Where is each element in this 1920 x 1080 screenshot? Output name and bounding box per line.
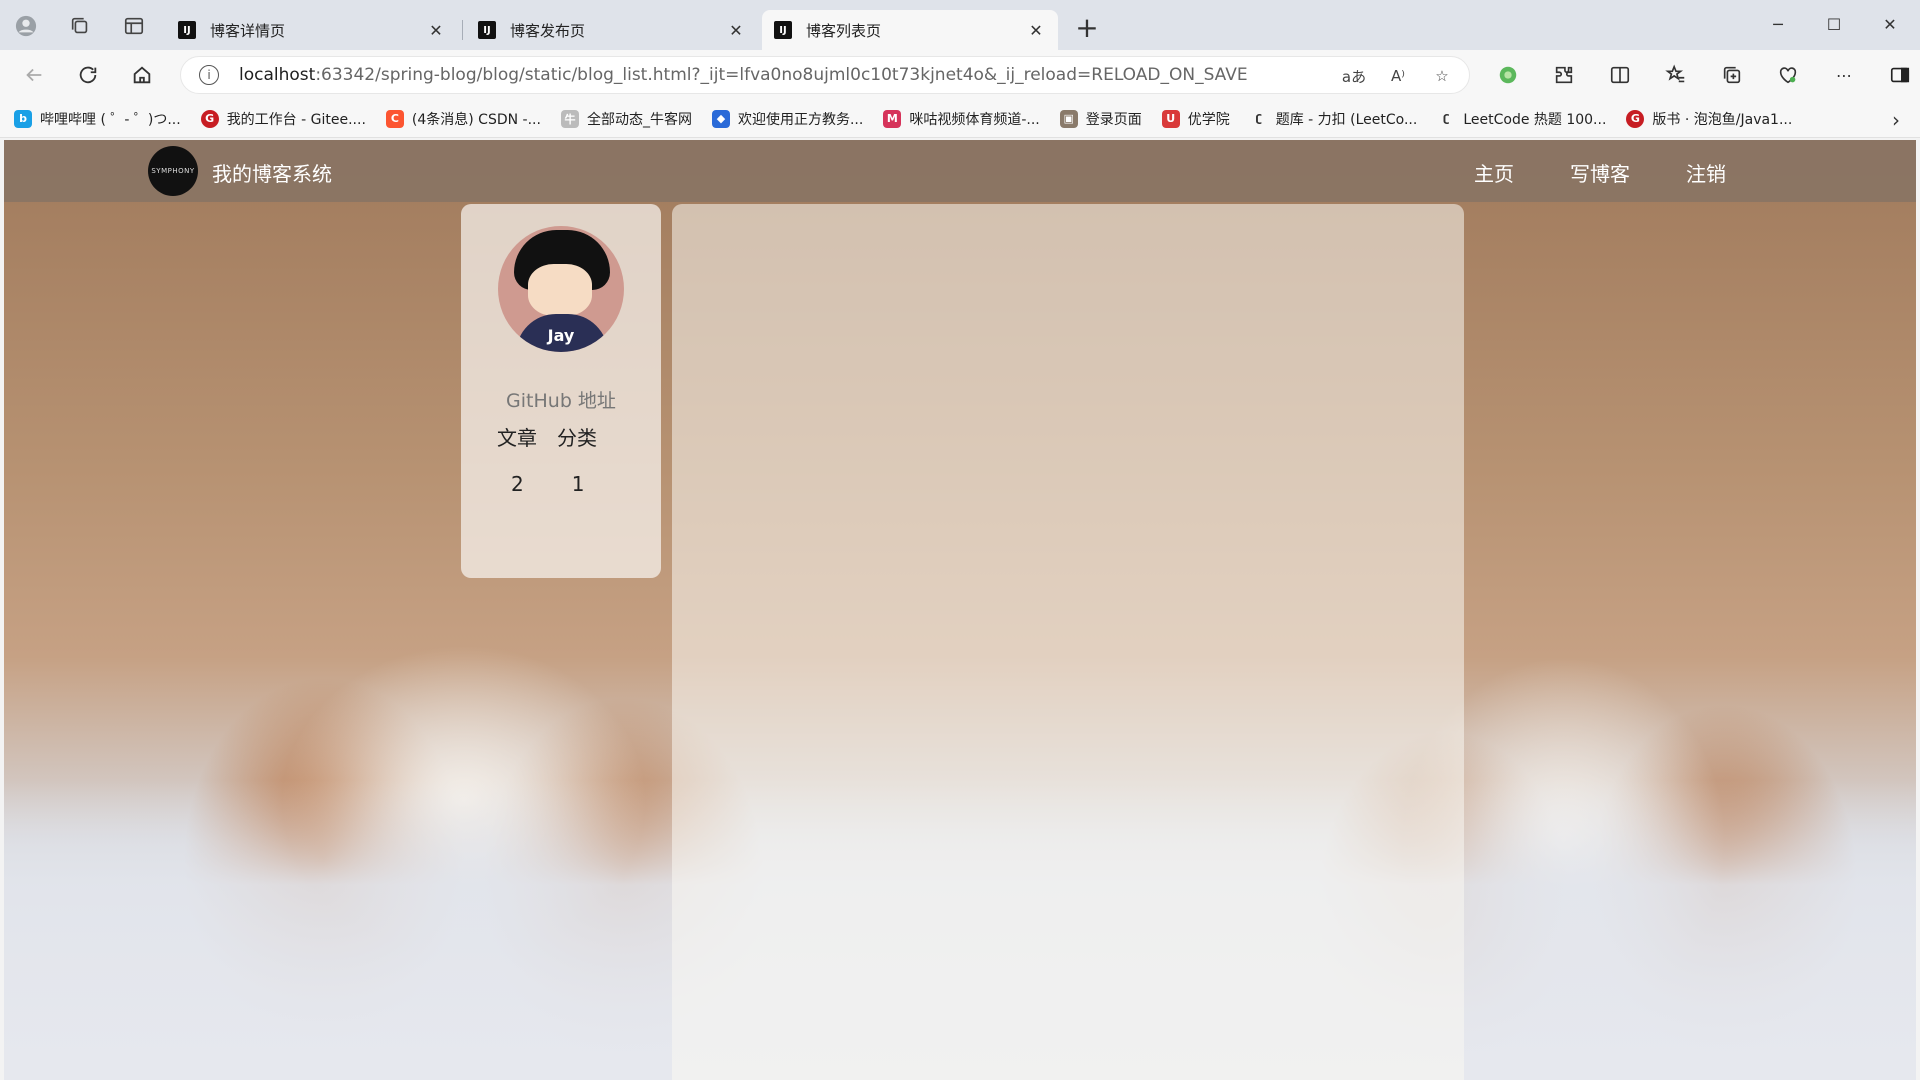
nav-link-write-blog[interactable]: 写博客 [1570, 158, 1630, 187]
sidebar-toggle-icon[interactable] [1882, 57, 1918, 93]
site-navbar: SYMPHONY 我的博客系统 主页 写博客 注销 [4, 140, 1916, 202]
collections-toolbar-icon[interactable] [1714, 57, 1750, 93]
gitee-icon: G [1626, 109, 1645, 128]
minimize-icon[interactable]: ─ [1750, 6, 1806, 42]
tab-title: 博客列表页 [806, 21, 882, 40]
bookmark-label: 欢迎使用正方教务... [737, 111, 864, 128]
tab-title: 博客发布页 [510, 21, 586, 40]
favorites-icon[interactable] [1658, 57, 1694, 93]
extensions-bar: ⋯ [1490, 57, 1918, 93]
avatar-text: Jay [547, 326, 575, 345]
browser-toolbar: i localhost:63342/spring-blog/blog/stati… [0, 50, 1920, 100]
stat-value-categories: 1 [571, 472, 585, 496]
reload-button[interactable] [70, 57, 106, 93]
url-path: :63342/spring-blog/blog/static/blog_list… [315, 65, 1248, 85]
chevron-right-icon[interactable]: › [1892, 108, 1900, 132]
stat-value-articles: 2 [511, 472, 524, 496]
close-window-icon[interactable]: ✕ [1862, 6, 1918, 42]
tab-title: 博客详情页 [210, 21, 286, 40]
bookmark-item[interactable]: b 哔哩哔哩 ( ゜- ゜)つ... [14, 109, 181, 129]
window-controls: ─ ☐ ✕ [1750, 6, 1918, 42]
tab-actions-icon[interactable] [116, 8, 152, 44]
nav-link-logout[interactable]: 注销 [1686, 158, 1726, 187]
extensions-icon[interactable] [1546, 57, 1582, 93]
bookmark-label: 登录页面 [1085, 111, 1142, 128]
back-button[interactable] [16, 57, 52, 93]
bookmark-item[interactable]: M 咪咕视频体育频道-... [883, 109, 1040, 129]
translate-icon[interactable]: aあ [1341, 63, 1367, 89]
image-icon: ▣ [1059, 109, 1078, 128]
bookmark-label: (4条消息) CSDN -... [411, 111, 541, 128]
github-link[interactable]: GitHub 地址 [461, 386, 661, 413]
migu-icon: M [883, 109, 902, 128]
address-bar-icons: aあ A⁾ ☆ [1341, 63, 1455, 89]
extension-green-icon[interactable] [1490, 57, 1526, 93]
bookmark-label: 哔哩哔哩 ( ゜- ゜)つ... [40, 111, 181, 128]
stat-label-articles: 文章 [497, 426, 537, 450]
bookmark-label: 全部动态_牛客网 [586, 111, 692, 128]
nav-link-home[interactable]: 主页 [1474, 158, 1514, 187]
bookmark-item[interactable]: ◆ 欢迎使用正方教务... [711, 109, 864, 129]
favorite-star-icon[interactable]: ☆ [1429, 63, 1455, 89]
tab-blog-detail[interactable]: IJ 博客详情页 ✕ [166, 10, 458, 50]
tab-blog-publish[interactable]: IJ 博客发布页 ✕ [466, 10, 758, 50]
bilibili-icon: b [14, 109, 32, 128]
close-icon[interactable]: ✕ [1026, 20, 1046, 40]
stats-values: 2 1 [511, 472, 584, 496]
nowcoder-icon: 牛 [560, 109, 579, 128]
bookmark-item[interactable]: 牛全部动态_牛客网 [560, 109, 692, 129]
bookmark-label: 我的工作台 - Gitee.... [226, 111, 366, 128]
bookmark-label: 优学院 [1187, 111, 1230, 128]
bookmark-item[interactable]: G 版书 · 泡泡鱼/Java1... [1626, 109, 1792, 129]
zhengfang-icon: ◆ [711, 109, 730, 128]
profile-card: Jay GitHub 地址 文章 分类 2 1 [461, 204, 661, 578]
stat-label-categories: 分类 [557, 426, 597, 450]
bookmark-item[interactable]: G 我的工作台 - Gitee.... [200, 109, 366, 129]
close-icon[interactable]: ✕ [426, 20, 446, 40]
bookmark-label: 咪咕视频体育频道-... [909, 111, 1040, 128]
maximize-icon[interactable]: ☐ [1806, 6, 1862, 42]
tab-blog-list[interactable]: IJ 博客列表页 ✕ [762, 10, 1058, 50]
bookmark-item[interactable]: ▣ 登录页面 [1059, 109, 1142, 129]
bookmark-label: 版书 · 泡泡鱼/Java1... [1652, 111, 1793, 128]
site-title: 我的博客系统 [212, 162, 332, 186]
page-viewport: SYMPHONY 我的博客系统 主页 写博客 注销 Jay GitHub 地址 … [4, 140, 1916, 1080]
read-aloud-icon[interactable]: A⁾ [1385, 63, 1411, 89]
more-menu-icon[interactable]: ⋯ [1826, 57, 1862, 93]
leetcode-icon: ʗ [1249, 109, 1268, 128]
ulearning-icon: U [1161, 109, 1180, 128]
blog-list-container [672, 204, 1464, 1080]
split-screen-icon[interactable] [1602, 57, 1638, 93]
bookmark-item[interactable]: ʗ LeetCode 热题 100... [1437, 109, 1606, 129]
url-text[interactable]: localhost:63342/spring-blog/blog/static/… [239, 65, 1248, 85]
avatar: Jay [498, 226, 624, 352]
profile-icon[interactable] [8, 8, 44, 44]
intellij-icon: IJ [478, 21, 496, 39]
bookmark-item[interactable]: ʗ 题库 - 力扣 (LeetCo... [1249, 109, 1418, 129]
stats-labels: 文章 分类 [497, 422, 597, 451]
bookmark-label: 题库 - 力扣 (LeetCo... [1275, 111, 1418, 128]
address-bar[interactable]: i localhost:63342/spring-blog/blog/stati… [180, 56, 1470, 94]
gitee-icon: G [200, 109, 219, 128]
bookmark-item[interactable]: C (4条消息) CSDN -... [385, 109, 541, 129]
browser-essentials-icon[interactable] [1770, 57, 1806, 93]
csdn-icon: C [385, 109, 404, 128]
tabstrip-left-icons [8, 8, 152, 44]
nav-links: 主页 写博客 注销 [1474, 158, 1726, 187]
home-button[interactable] [124, 57, 160, 93]
leetcode-icon: ʗ [1437, 109, 1456, 128]
site-info-icon[interactable]: i [199, 65, 219, 85]
site-logo: SYMPHONY [148, 146, 198, 196]
url-host: localhost [239, 65, 316, 85]
bookmark-label: LeetCode 热题 100... [1463, 111, 1607, 128]
bookmark-item[interactable]: U 优学院 [1161, 109, 1230, 129]
tab-divider [462, 20, 463, 40]
close-icon[interactable]: ✕ [726, 20, 746, 40]
collections-icon[interactable] [62, 8, 98, 44]
intellij-icon: IJ [774, 21, 792, 39]
new-tab-button[interactable]: + [1072, 14, 1102, 44]
bookmarks-bar: b 哔哩哔哩 ( ゜- ゜)つ... G 我的工作台 - Gitee.... C (4… [0, 100, 1920, 138]
intellij-icon: IJ [178, 21, 196, 39]
tab-strip: IJ 博客详情页 ✕ IJ 博客发布页 ✕ IJ 博客列表页 ✕ + ─ ☐ ✕ [0, 0, 1920, 50]
